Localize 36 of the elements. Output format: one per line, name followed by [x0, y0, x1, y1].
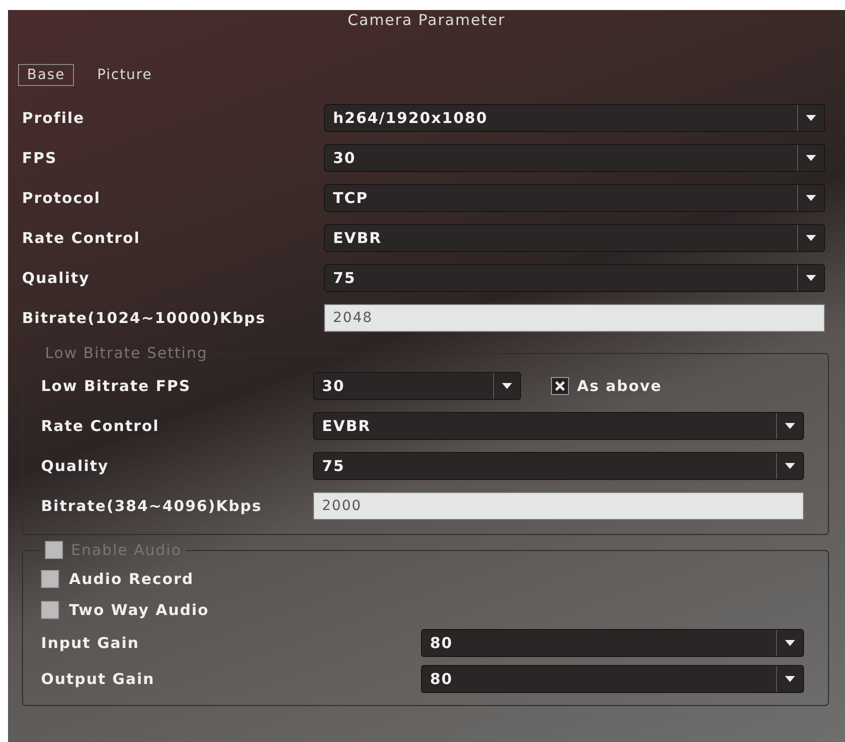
dropdown[interactable]: 80 [421, 665, 804, 693]
dropdown[interactable]: EVBR [324, 224, 825, 252]
window-title: Camera Parameter [346, 10, 506, 31]
tab[interactable]: Picture [88, 64, 162, 86]
checkbox-label: As above [577, 377, 662, 395]
dropdown[interactable]: EVBR [313, 412, 804, 440]
field-label: FPS [22, 149, 58, 167]
dropdown[interactable]: 75 [324, 264, 825, 292]
dropdown[interactable]: 30 [324, 144, 825, 172]
text-field[interactable]: 2048 [324, 304, 825, 332]
field-label: Rate Control [41, 417, 160, 435]
dropdown[interactable]: 30 [313, 372, 521, 400]
group-title: Low Bitrate Setting [45, 344, 208, 362]
dropdown[interactable]: 80 [421, 629, 804, 657]
text-field[interactable]: 2000 [313, 492, 804, 520]
dropdown[interactable]: 75 [313, 452, 804, 480]
tab[interactable]: Base [18, 64, 74, 86]
dropdown[interactable]: h264/1920x1080 [324, 104, 825, 132]
checkbox-label: Audio Record [69, 570, 194, 588]
field-label: Profile [22, 109, 86, 127]
field-label: Quality [41, 457, 110, 475]
field-label: Bitrate(384~4096)Kbps [41, 497, 263, 515]
dropdown[interactable]: TCP [324, 184, 825, 212]
field-label: Low Bitrate FPS [41, 377, 192, 395]
checkbox-label: Two Way Audio [69, 600, 210, 618]
field-label: Output Gain [41, 670, 156, 688]
field-label: Protocol [22, 189, 102, 207]
checkbox[interactable] [551, 377, 569, 395]
field-label: Bitrate(1024~10000)Kbps [22, 309, 267, 327]
checkbox[interactable] [41, 570, 59, 588]
checkbox[interactable] [45, 541, 63, 559]
field-label: Input Gain [41, 634, 140, 652]
cross-icon [554, 380, 566, 392]
field-label: Quality [22, 269, 91, 287]
field-label: Rate Control [22, 229, 142, 247]
checkbox[interactable] [41, 600, 59, 618]
